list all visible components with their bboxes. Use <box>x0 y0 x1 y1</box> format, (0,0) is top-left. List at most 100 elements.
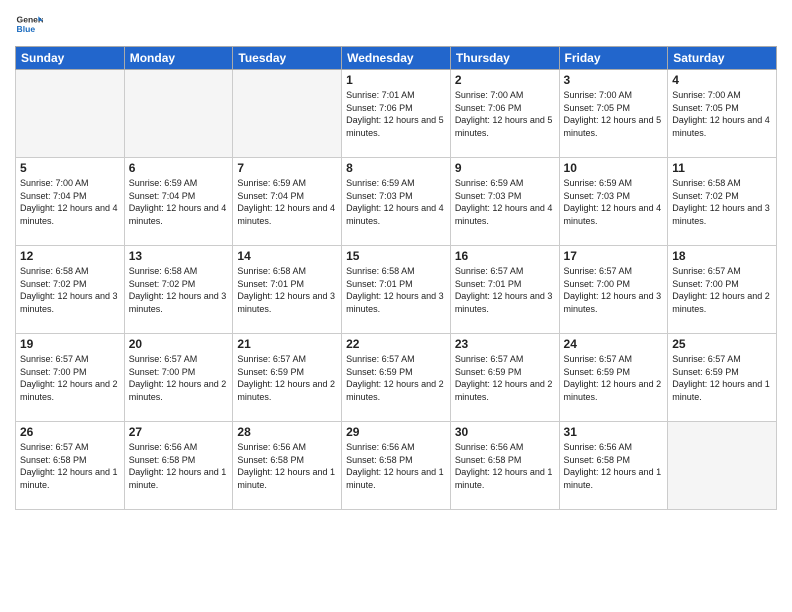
day-info: Sunrise: 6:59 AMSunset: 7:03 PMDaylight:… <box>564 177 664 227</box>
calendar-week-3: 12 Sunrise: 6:58 AMSunset: 7:02 PMDayligh… <box>16 246 777 334</box>
calendar-cell: 20 Sunrise: 6:57 AMSunset: 7:00 PMDayligh… <box>124 334 233 422</box>
calendar-cell <box>233 70 342 158</box>
day-info: Sunrise: 6:56 AMSunset: 6:58 PMDaylight:… <box>564 441 664 491</box>
calendar-cell: 28Sunrise: 6:56 AMSunset: 6:58 PMDayligh… <box>233 422 342 510</box>
calendar-cell: 10 Sunrise: 6:59 AMSunset: 7:03 PMDayligh… <box>559 158 668 246</box>
day-number: 9 <box>455 161 555 175</box>
day-number: 7 <box>237 161 337 175</box>
day-info: Sunrise: 6:57 AMSunset: 6:59 PMDaylight:… <box>346 353 446 403</box>
calendar-week-4: 19 Sunrise: 6:57 AMSunset: 7:00 PMDayligh… <box>16 334 777 422</box>
day-info: Sunrise: 6:57 AMSunset: 7:00 PMDaylight:… <box>20 353 120 403</box>
day-number: 27 <box>129 425 229 439</box>
day-number: 24 <box>564 337 664 351</box>
header: General Blue <box>15 10 777 38</box>
calendar-cell <box>124 70 233 158</box>
day-info: Sunrise: 6:58 AMSunset: 7:01 PMDaylight:… <box>237 265 337 315</box>
calendar-cell: 24 Sunrise: 6:57 AMSunset: 6:59 PMDayligh… <box>559 334 668 422</box>
day-info: Sunrise: 6:56 AMSunset: 6:58 PMDaylight:… <box>129 441 229 491</box>
day-info: Sunrise: 6:59 AMSunset: 7:03 PMDaylight:… <box>455 177 555 227</box>
day-info: Sunrise: 6:57 AMSunset: 7:00 PMDaylight:… <box>672 265 772 315</box>
day-number: 17 <box>564 249 664 263</box>
calendar-week-5: 26 Sunrise: 6:57 AMSunset: 6:58 PMDayligh… <box>16 422 777 510</box>
day-info: Sunrise: 6:57 AMSunset: 6:59 PMDaylight:… <box>455 353 555 403</box>
day-info: Sunrise: 7:00 AMSunset: 7:06 PMDaylight:… <box>455 89 555 139</box>
day-number: 2 <box>455 73 555 87</box>
logo-icon: General Blue <box>15 10 43 38</box>
calendar-cell: 18Sunrise: 6:57 AMSunset: 7:00 PMDayligh… <box>668 246 777 334</box>
day-info: Sunrise: 6:58 AMSunset: 7:02 PMDaylight:… <box>672 177 772 227</box>
day-number: 5 <box>20 161 120 175</box>
calendar-table: SundayMondayTuesdayWednesdayThursdayFrid… <box>15 46 777 510</box>
day-info: Sunrise: 6:57 AMSunset: 7:00 PMDaylight:… <box>564 265 664 315</box>
calendar-cell <box>668 422 777 510</box>
calendar-cell <box>16 70 125 158</box>
day-info: Sunrise: 6:57 AMSunset: 6:59 PMDaylight:… <box>564 353 664 403</box>
day-number: 26 <box>20 425 120 439</box>
calendar-cell: 14 Sunrise: 6:58 AMSunset: 7:01 PMDayligh… <box>233 246 342 334</box>
page: General Blue SundayMondayTuesdayWednesda… <box>0 0 792 612</box>
calendar-cell: 22 Sunrise: 6:57 AMSunset: 6:59 PMDayligh… <box>342 334 451 422</box>
calendar-cell: 2 Sunrise: 7:00 AMSunset: 7:06 PMDaylight… <box>450 70 559 158</box>
svg-text:Blue: Blue <box>17 24 36 34</box>
day-number: 10 <box>564 161 664 175</box>
day-info: Sunrise: 6:57 AMSunset: 6:58 PMDaylight:… <box>20 441 120 491</box>
day-info: Sunrise: 6:56 AMSunset: 6:58 PMDaylight:… <box>346 441 446 491</box>
day-info: Sunrise: 6:58 AMSunset: 7:02 PMDaylight:… <box>20 265 120 315</box>
day-number: 23 <box>455 337 555 351</box>
day-info: Sunrise: 7:00 AMSunset: 7:05 PMDaylight:… <box>564 89 664 139</box>
calendar-cell: 17 Sunrise: 6:57 AMSunset: 7:00 PMDayligh… <box>559 246 668 334</box>
calendar-header-monday: Monday <box>124 47 233 70</box>
day-number: 15 <box>346 249 446 263</box>
day-info: Sunrise: 7:01 AMSunset: 7:06 PMDaylight:… <box>346 89 446 139</box>
calendar-header-saturday: Saturday <box>668 47 777 70</box>
calendar-cell: 8 Sunrise: 6:59 AMSunset: 7:03 PMDaylight… <box>342 158 451 246</box>
day-number: 13 <box>129 249 229 263</box>
calendar-cell: 3 Sunrise: 7:00 AMSunset: 7:05 PMDaylight… <box>559 70 668 158</box>
day-info: Sunrise: 6:57 AMSunset: 6:59 PMDaylight:… <box>237 353 337 403</box>
day-number: 22 <box>346 337 446 351</box>
day-info: Sunrise: 6:57 AMSunset: 6:59 PMDaylight:… <box>672 353 772 403</box>
day-info: Sunrise: 7:00 AMSunset: 7:05 PMDaylight:… <box>672 89 772 139</box>
day-number: 19 <box>20 337 120 351</box>
calendar-cell: 23 Sunrise: 6:57 AMSunset: 6:59 PMDayligh… <box>450 334 559 422</box>
day-info: Sunrise: 6:59 AMSunset: 7:04 PMDaylight:… <box>237 177 337 227</box>
day-info: Sunrise: 6:56 AMSunset: 6:58 PMDaylight:… <box>455 441 555 491</box>
calendar-cell: 5 Sunrise: 7:00 AMSunset: 7:04 PMDaylight… <box>16 158 125 246</box>
calendar-cell: 27 Sunrise: 6:56 AMSunset: 6:58 PMDayligh… <box>124 422 233 510</box>
day-number: 12 <box>20 249 120 263</box>
calendar-header-thursday: Thursday <box>450 47 559 70</box>
day-number: 3 <box>564 73 664 87</box>
day-number: 25 <box>672 337 772 351</box>
day-info: Sunrise: 6:59 AMSunset: 7:03 PMDaylight:… <box>346 177 446 227</box>
calendar-cell: 7 Sunrise: 6:59 AMSunset: 7:04 PMDaylight… <box>233 158 342 246</box>
day-number: 8 <box>346 161 446 175</box>
day-number: 28 <box>237 425 337 439</box>
calendar-cell: 13 Sunrise: 6:58 AMSunset: 7:02 PMDayligh… <box>124 246 233 334</box>
day-info: Sunrise: 7:00 AMSunset: 7:04 PMDaylight:… <box>20 177 120 227</box>
day-info: Sunrise: 6:58 AMSunset: 7:02 PMDaylight:… <box>129 265 229 315</box>
day-number: 20 <box>129 337 229 351</box>
calendar-cell: 4 Sunrise: 7:00 AMSunset: 7:05 PMDaylight… <box>668 70 777 158</box>
calendar-cell: 11 Sunrise: 6:58 AMSunset: 7:02 PMDayligh… <box>668 158 777 246</box>
calendar-cell: 15Sunrise: 6:58 AMSunset: 7:01 PMDayligh… <box>342 246 451 334</box>
day-number: 6 <box>129 161 229 175</box>
day-number: 31 <box>564 425 664 439</box>
day-number: 21 <box>237 337 337 351</box>
day-number: 4 <box>672 73 772 87</box>
calendar-week-2: 5 Sunrise: 7:00 AMSunset: 7:04 PMDaylight… <box>16 158 777 246</box>
day-number: 11 <box>672 161 772 175</box>
calendar-cell: 6 Sunrise: 6:59 AMSunset: 7:04 PMDaylight… <box>124 158 233 246</box>
calendar-header-sunday: Sunday <box>16 47 125 70</box>
calendar-cell: 12 Sunrise: 6:58 AMSunset: 7:02 PMDayligh… <box>16 246 125 334</box>
calendar-cell: 31 Sunrise: 6:56 AMSunset: 6:58 PMDayligh… <box>559 422 668 510</box>
calendar-header-friday: Friday <box>559 47 668 70</box>
day-info: Sunrise: 6:57 AMSunset: 7:00 PMDaylight:… <box>129 353 229 403</box>
calendar-cell: 21 Sunrise: 6:57 AMSunset: 6:59 PMDayligh… <box>233 334 342 422</box>
calendar-header-wednesday: Wednesday <box>342 47 451 70</box>
day-number: 14 <box>237 249 337 263</box>
day-info: Sunrise: 6:59 AMSunset: 7:04 PMDaylight:… <box>129 177 229 227</box>
calendar-cell: 29Sunrise: 6:56 AMSunset: 6:58 PMDayligh… <box>342 422 451 510</box>
day-info: Sunrise: 6:57 AMSunset: 7:01 PMDaylight:… <box>455 265 555 315</box>
calendar-cell: 30Sunrise: 6:56 AMSunset: 6:58 PMDayligh… <box>450 422 559 510</box>
calendar-cell: 16Sunrise: 6:57 AMSunset: 7:01 PMDayligh… <box>450 246 559 334</box>
